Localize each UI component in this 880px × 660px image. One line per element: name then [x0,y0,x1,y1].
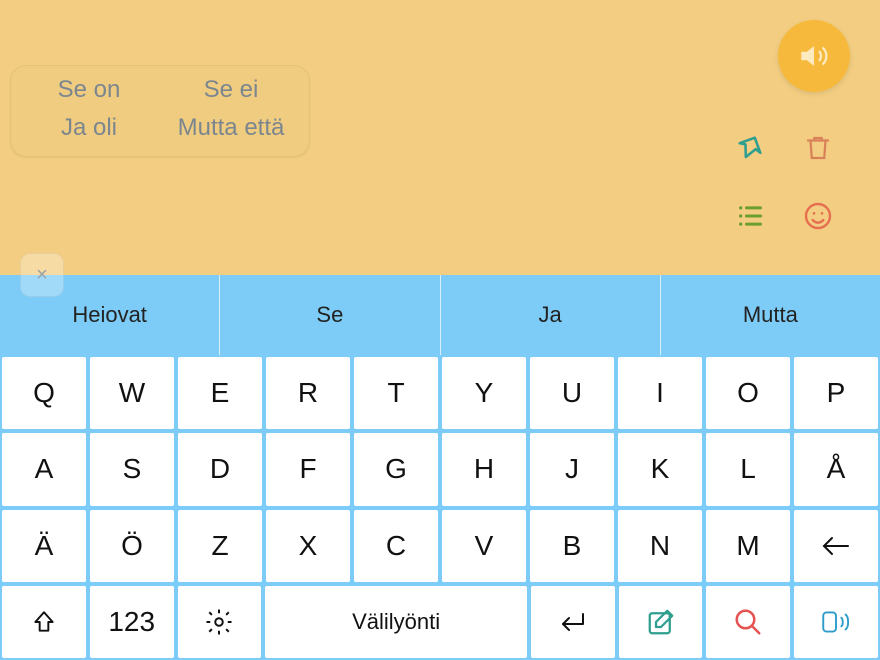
delete-button[interactable] [803,131,833,170]
key-n[interactable]: N [618,510,702,582]
key-t[interactable]: T [354,357,438,429]
key-p[interactable]: P [794,357,878,429]
list-icon [733,202,767,230]
keyboard-row-3: Ä Ö Z X C V B N M [2,510,878,582]
key-search[interactable] [706,586,790,658]
key-u[interactable]: U [530,357,614,429]
speak-button[interactable] [778,20,850,92]
prediction-word[interactable]: Mutta [661,275,880,355]
prediction-bar: Heiovat Se Ja Mutta [0,275,880,355]
backspace-icon [820,534,852,558]
key-c[interactable]: C [354,510,438,582]
key-z[interactable]: Z [178,510,262,582]
key-y[interactable]: Y [442,357,526,429]
key-x[interactable]: X [266,510,350,582]
search-icon [733,607,763,637]
speaker-icon [797,39,831,73]
phrase-option[interactable]: Ja oli [23,114,155,142]
key-q[interactable]: Q [2,357,86,429]
key-space[interactable]: Välilyönti [265,586,526,658]
key-aring[interactable]: Å [794,433,878,505]
keyboard-row-2: A S D F G H J K L Å [2,433,878,505]
message-canvas: Se on Se ei Ja oli Mutta että × [0,0,880,275]
key-j[interactable]: J [530,433,614,505]
return-icon [557,610,589,634]
key-k[interactable]: K [618,433,702,505]
list-button[interactable] [733,202,767,235]
share-button[interactable] [733,131,767,170]
key-i[interactable]: I [618,357,702,429]
toolbar [716,125,852,243]
key-w[interactable]: W [90,357,174,429]
prediction-word[interactable]: Ja [441,275,661,355]
phone-speak-icon [819,607,853,637]
key-adiaeresis[interactable]: Ä [2,510,86,582]
dismiss-button[interactable]: × [20,253,64,297]
emoji-button[interactable] [802,200,834,237]
prediction-word[interactable]: Se [220,275,440,355]
key-g[interactable]: G [354,433,438,505]
key-a[interactable]: A [2,433,86,505]
close-icon: × [36,264,48,287]
gear-icon [204,607,234,637]
key-backspace[interactable] [794,510,878,582]
phrase-suggestions: Se on Se ei Ja oli Mutta että [10,65,310,157]
key-h[interactable]: H [442,433,526,505]
share-icon [733,131,767,165]
phrase-option[interactable]: Se ei [165,76,297,104]
keyboard-row-1: Q W E R T Y U I O P [2,357,878,429]
keyboard: Q W E R T Y U I O P A S D F G H J K L Å … [0,355,880,660]
key-l[interactable]: L [706,433,790,505]
key-compose[interactable] [619,586,703,658]
key-o[interactable]: O [706,357,790,429]
key-e[interactable]: E [178,357,262,429]
phrase-option[interactable]: Mutta että [165,114,297,142]
key-numbers[interactable]: 123 [90,586,174,658]
smile-icon [802,200,834,232]
compose-icon [646,607,676,637]
key-v[interactable]: V [442,510,526,582]
key-device[interactable] [794,586,878,658]
phrase-option[interactable]: Se on [23,76,155,104]
key-s[interactable]: S [90,433,174,505]
key-f[interactable]: F [266,433,350,505]
key-settings[interactable] [178,586,262,658]
key-odiaeresis[interactable]: Ö [90,510,174,582]
trash-icon [803,131,833,165]
app-root: Se on Se ei Ja oli Mutta että × Heiovat … [0,0,880,660]
key-d[interactable]: D [178,433,262,505]
key-m[interactable]: M [706,510,790,582]
key-r[interactable]: R [266,357,350,429]
keyboard-row-4: 123 Välilyönti [2,586,878,658]
key-shift[interactable] [2,586,86,658]
key-b[interactable]: B [530,510,614,582]
shift-icon [31,609,57,635]
key-enter[interactable] [531,586,615,658]
